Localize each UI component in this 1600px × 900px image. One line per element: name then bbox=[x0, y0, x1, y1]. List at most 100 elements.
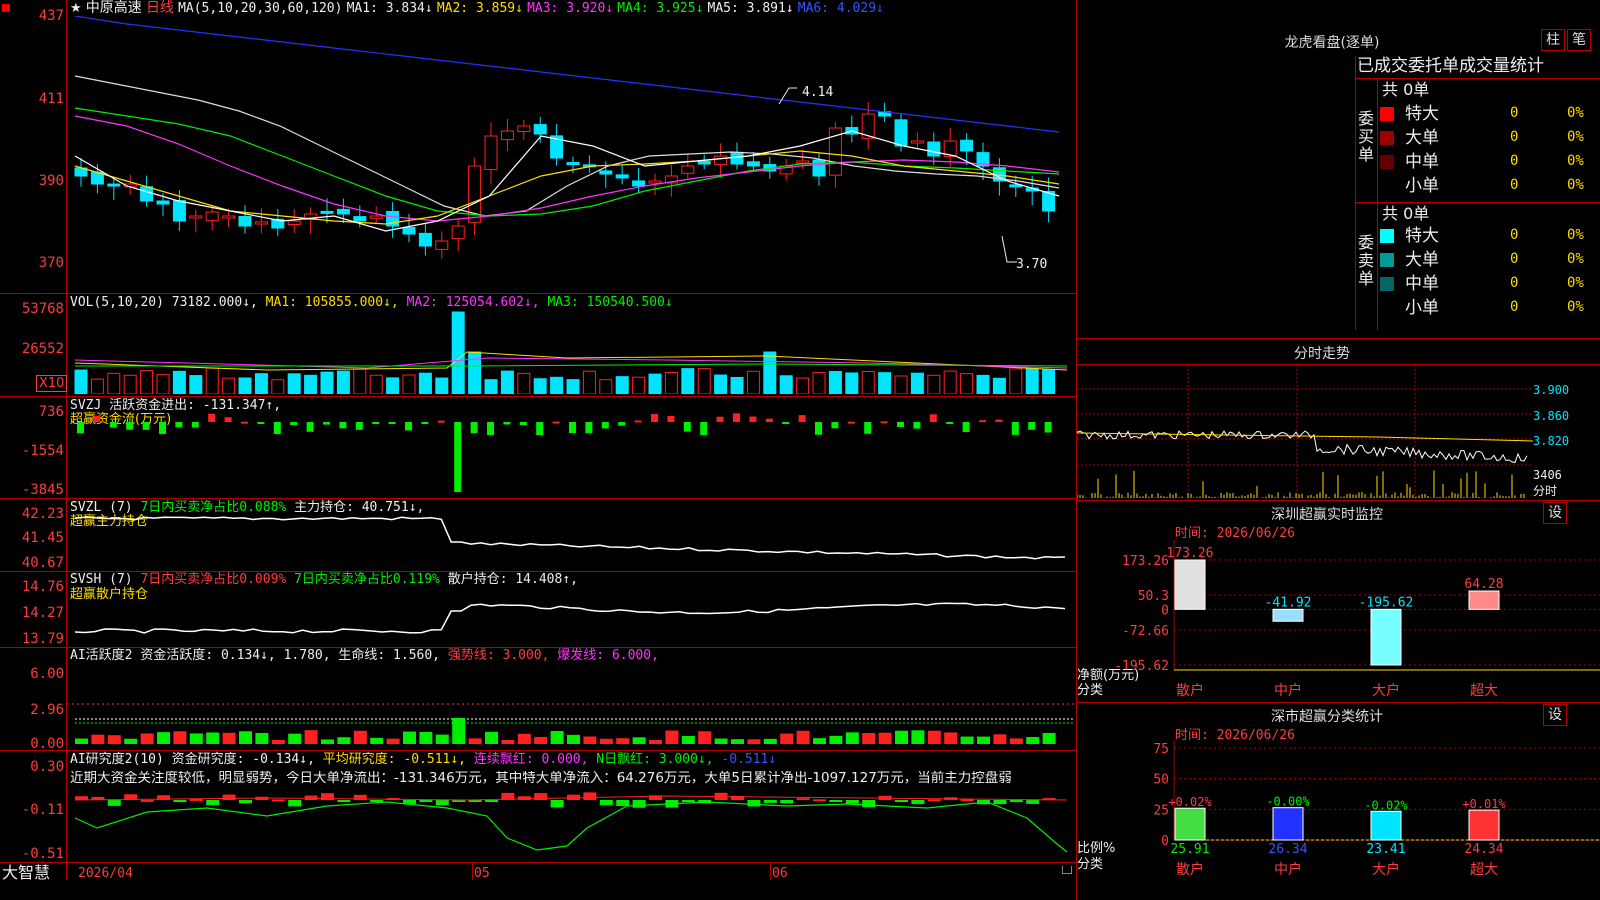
sell-row-pct: 0% bbox=[1567, 275, 1584, 291]
svzj-bar bbox=[667, 415, 675, 422]
candle-body bbox=[172, 200, 186, 222]
candle-body bbox=[746, 161, 760, 167]
volume-bar bbox=[828, 371, 842, 394]
date-label: 06 bbox=[772, 866, 788, 881]
research-bar bbox=[813, 799, 826, 802]
ma2-value: MA2: 3.859↓ bbox=[436, 1, 523, 16]
activity-bar bbox=[1009, 738, 1023, 744]
sz-monitor-value: -41.92 bbox=[1265, 595, 1312, 610]
tick-mode-button[interactable]: 笔 bbox=[1567, 29, 1591, 51]
sz-monitor-tick: 0 bbox=[1161, 603, 1169, 618]
svzl-chart[interactable] bbox=[67, 512, 1075, 570]
candle-body bbox=[566, 162, 580, 166]
sell-row-name: 大单 bbox=[1405, 250, 1439, 270]
candle-body bbox=[927, 141, 941, 157]
svzj-bar bbox=[618, 422, 626, 426]
vol-ma1-line bbox=[74, 351, 1068, 371]
ai-research-chart[interactable] bbox=[67, 788, 1075, 860]
svzj-axis-label: -3845 bbox=[21, 482, 64, 498]
activity-bar bbox=[763, 738, 777, 744]
sz-stat-ylabel: 比例% bbox=[1077, 841, 1116, 856]
bar-mode-button[interactable]: 柱 bbox=[1541, 29, 1565, 51]
candle-body bbox=[681, 165, 695, 174]
intraday-chart[interactable] bbox=[1077, 365, 1533, 499]
sell-row-name: 中单 bbox=[1405, 274, 1439, 294]
candle-body bbox=[697, 160, 711, 165]
svzl-axis-label: 42.23 bbox=[21, 506, 64, 522]
volume-chart[interactable] bbox=[67, 308, 1075, 394]
activity-bar bbox=[845, 732, 859, 744]
favorite-star-icon[interactable]: ★ bbox=[70, 1, 82, 16]
sz-stat-tick: 25 bbox=[1153, 803, 1169, 818]
volume-bar bbox=[304, 374, 318, 394]
ai2-label3: 连续飘红: 0.000, bbox=[473, 752, 589, 767]
svsh-chart[interactable] bbox=[67, 585, 1075, 645]
svzj-bar bbox=[995, 419, 1003, 422]
kline-chart[interactable] bbox=[67, 16, 1075, 292]
activity-bar bbox=[140, 733, 154, 744]
candle-body bbox=[222, 215, 236, 219]
svzj-bar bbox=[208, 413, 216, 422]
volume-bar bbox=[976, 374, 990, 394]
ai-activity-chart[interactable] bbox=[67, 664, 1075, 748]
buy-color-swatch bbox=[1380, 155, 1394, 169]
sell-row-count: 0 bbox=[1510, 227, 1519, 243]
period-label[interactable]: 日线 bbox=[146, 0, 174, 16]
svzj-bar bbox=[536, 422, 544, 436]
sell-row-pct: 0% bbox=[1567, 299, 1584, 315]
sz-stat-chart[interactable]: 75 50 25 0 +0.02% 25.91 散户 -0.00% 26.34 中户 -0.02% 2… bbox=[1077, 740, 1600, 900]
volume-bar bbox=[796, 377, 810, 394]
volume-bar bbox=[861, 370, 875, 394]
buy-row-pct: 0% bbox=[1567, 129, 1584, 145]
activity-bar bbox=[632, 737, 646, 744]
ma-title: MA(5,10,20,30,60,120) bbox=[178, 1, 343, 16]
candle-body bbox=[107, 183, 121, 187]
buy-side-label: 委买单 bbox=[1358, 109, 1375, 164]
ma1-value: MA1: 3.834↓ bbox=[346, 1, 433, 16]
intraday-axis-label: 3.860 bbox=[1533, 409, 1570, 423]
volume-bar bbox=[697, 368, 711, 394]
volume-bar bbox=[599, 379, 613, 394]
activity-bar bbox=[698, 731, 712, 744]
sz-monitor-time: 时间: 2026/06/26 bbox=[1175, 526, 1295, 541]
volume-bar bbox=[451, 311, 465, 394]
sz-stat-settings-button[interactable]: 设 bbox=[1543, 704, 1567, 726]
activity-bar bbox=[780, 733, 794, 744]
sell-row-pct: 0% bbox=[1567, 251, 1584, 267]
lock-icon[interactable] bbox=[1062, 866, 1072, 874]
sz-monitor-settings-button[interactable]: 设 bbox=[1543, 502, 1567, 524]
main-chart-area[interactable]: 437 411 390 370 ★ 中原高速 日线 MA(5,10,20,30,… bbox=[0, 0, 1077, 900]
volume-bar bbox=[320, 371, 334, 394]
svzj-bar bbox=[897, 422, 904, 428]
ai1-axis-label: 6.00 bbox=[30, 666, 64, 682]
date-label: 05 bbox=[474, 866, 490, 881]
volume-bar bbox=[878, 372, 892, 394]
svzj-chart[interactable] bbox=[67, 408, 1075, 496]
lhb-tabs[interactable]: 已成交委托单成交量统计 bbox=[1357, 56, 1544, 76]
research-bar bbox=[632, 800, 646, 808]
volume-bar bbox=[1042, 369, 1056, 394]
price-axis-label: 370 bbox=[38, 255, 64, 271]
volume-bar bbox=[156, 374, 170, 394]
svzj-bar bbox=[355, 422, 363, 430]
volume-bar bbox=[189, 375, 203, 394]
research-bar bbox=[747, 800, 761, 807]
svzj-bar bbox=[77, 422, 84, 434]
ai2-axis-label: -0.11 bbox=[21, 802, 64, 818]
ai2-label1: 资金研究度: -0.134↓, bbox=[171, 752, 315, 767]
volume-bar bbox=[927, 374, 941, 394]
activity-bar bbox=[796, 730, 810, 744]
sz-monitor-chart[interactable]: 173.26 50.30 -72.66 -195.62 173.26 散户 -41.92 中户… bbox=[1077, 540, 1600, 700]
activity-bar bbox=[485, 731, 498, 744]
research-bar bbox=[1009, 800, 1023, 803]
ai2-label5: -0.511↓ bbox=[721, 752, 777, 767]
sz-stat-change: +0.01% bbox=[1462, 797, 1506, 811]
activity-bar bbox=[91, 734, 105, 744]
sz-monitor-bar bbox=[1370, 608, 1402, 666]
activity-bar bbox=[271, 739, 285, 744]
research-bar bbox=[1026, 800, 1040, 804]
sz-stat-bar bbox=[1370, 810, 1402, 841]
volume-bar bbox=[74, 369, 88, 394]
svzj-bar bbox=[405, 422, 412, 431]
lhb-title: 龙虎看盘(逐单) bbox=[1284, 35, 1380, 51]
